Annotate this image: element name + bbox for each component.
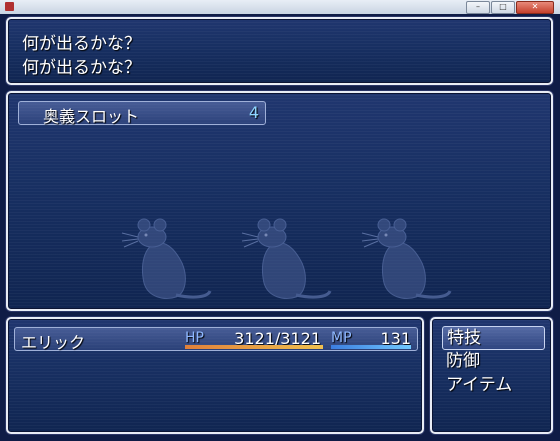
app-icon bbox=[5, 2, 14, 11]
mp-gauge-fill bbox=[331, 345, 411, 349]
maximize-icon[interactable]: □ bbox=[491, 1, 515, 14]
rat-icon[interactable] bbox=[104, 213, 214, 309]
rat-icon[interactable] bbox=[224, 213, 334, 309]
rat-icon[interactable] bbox=[344, 213, 454, 309]
mp-label: MP bbox=[331, 330, 352, 346]
party-status-window: エリック HP 3121/3121 MP 131 bbox=[6, 317, 424, 434]
hp-gauge-fill bbox=[185, 345, 323, 349]
mp-gauge bbox=[331, 345, 411, 349]
skill-count: 4 bbox=[248, 103, 259, 122]
window-titlebar: – □ ✕ bbox=[0, 0, 560, 15]
hp-label: HP bbox=[185, 330, 204, 346]
skill-name: 奥義スロット bbox=[43, 107, 140, 126]
hp-gauge bbox=[185, 345, 323, 349]
actor-status-row[interactable]: エリック HP 3121/3121 MP 131 bbox=[14, 327, 418, 352]
battle-field: 奥義スロット 4 bbox=[6, 91, 553, 311]
message-line: 何が出るかな？ bbox=[22, 34, 141, 54]
skill-name-window: 奥義スロット 4 bbox=[18, 101, 266, 126]
message-window: 何が出るかな？ 何が出るかな？ bbox=[6, 17, 553, 85]
actor-name: エリック bbox=[21, 333, 86, 352]
command-item[interactable]: アイテム bbox=[442, 374, 545, 398]
command-skill[interactable]: 特技 bbox=[442, 326, 545, 350]
actor-command-window: 特技 防御 アイテム bbox=[430, 317, 553, 434]
window-controls: – □ ✕ bbox=[466, 1, 554, 14]
game-screen: 何が出るかな？ 何が出るかな？ 奥義スロット 4 エリック HP 3121/31… bbox=[0, 14, 560, 441]
minimize-icon[interactable]: – bbox=[466, 1, 490, 14]
message-line: 何が出るかな？ bbox=[22, 58, 141, 78]
command-guard[interactable]: 防御 bbox=[442, 350, 545, 374]
close-icon[interactable]: ✕ bbox=[516, 1, 554, 14]
